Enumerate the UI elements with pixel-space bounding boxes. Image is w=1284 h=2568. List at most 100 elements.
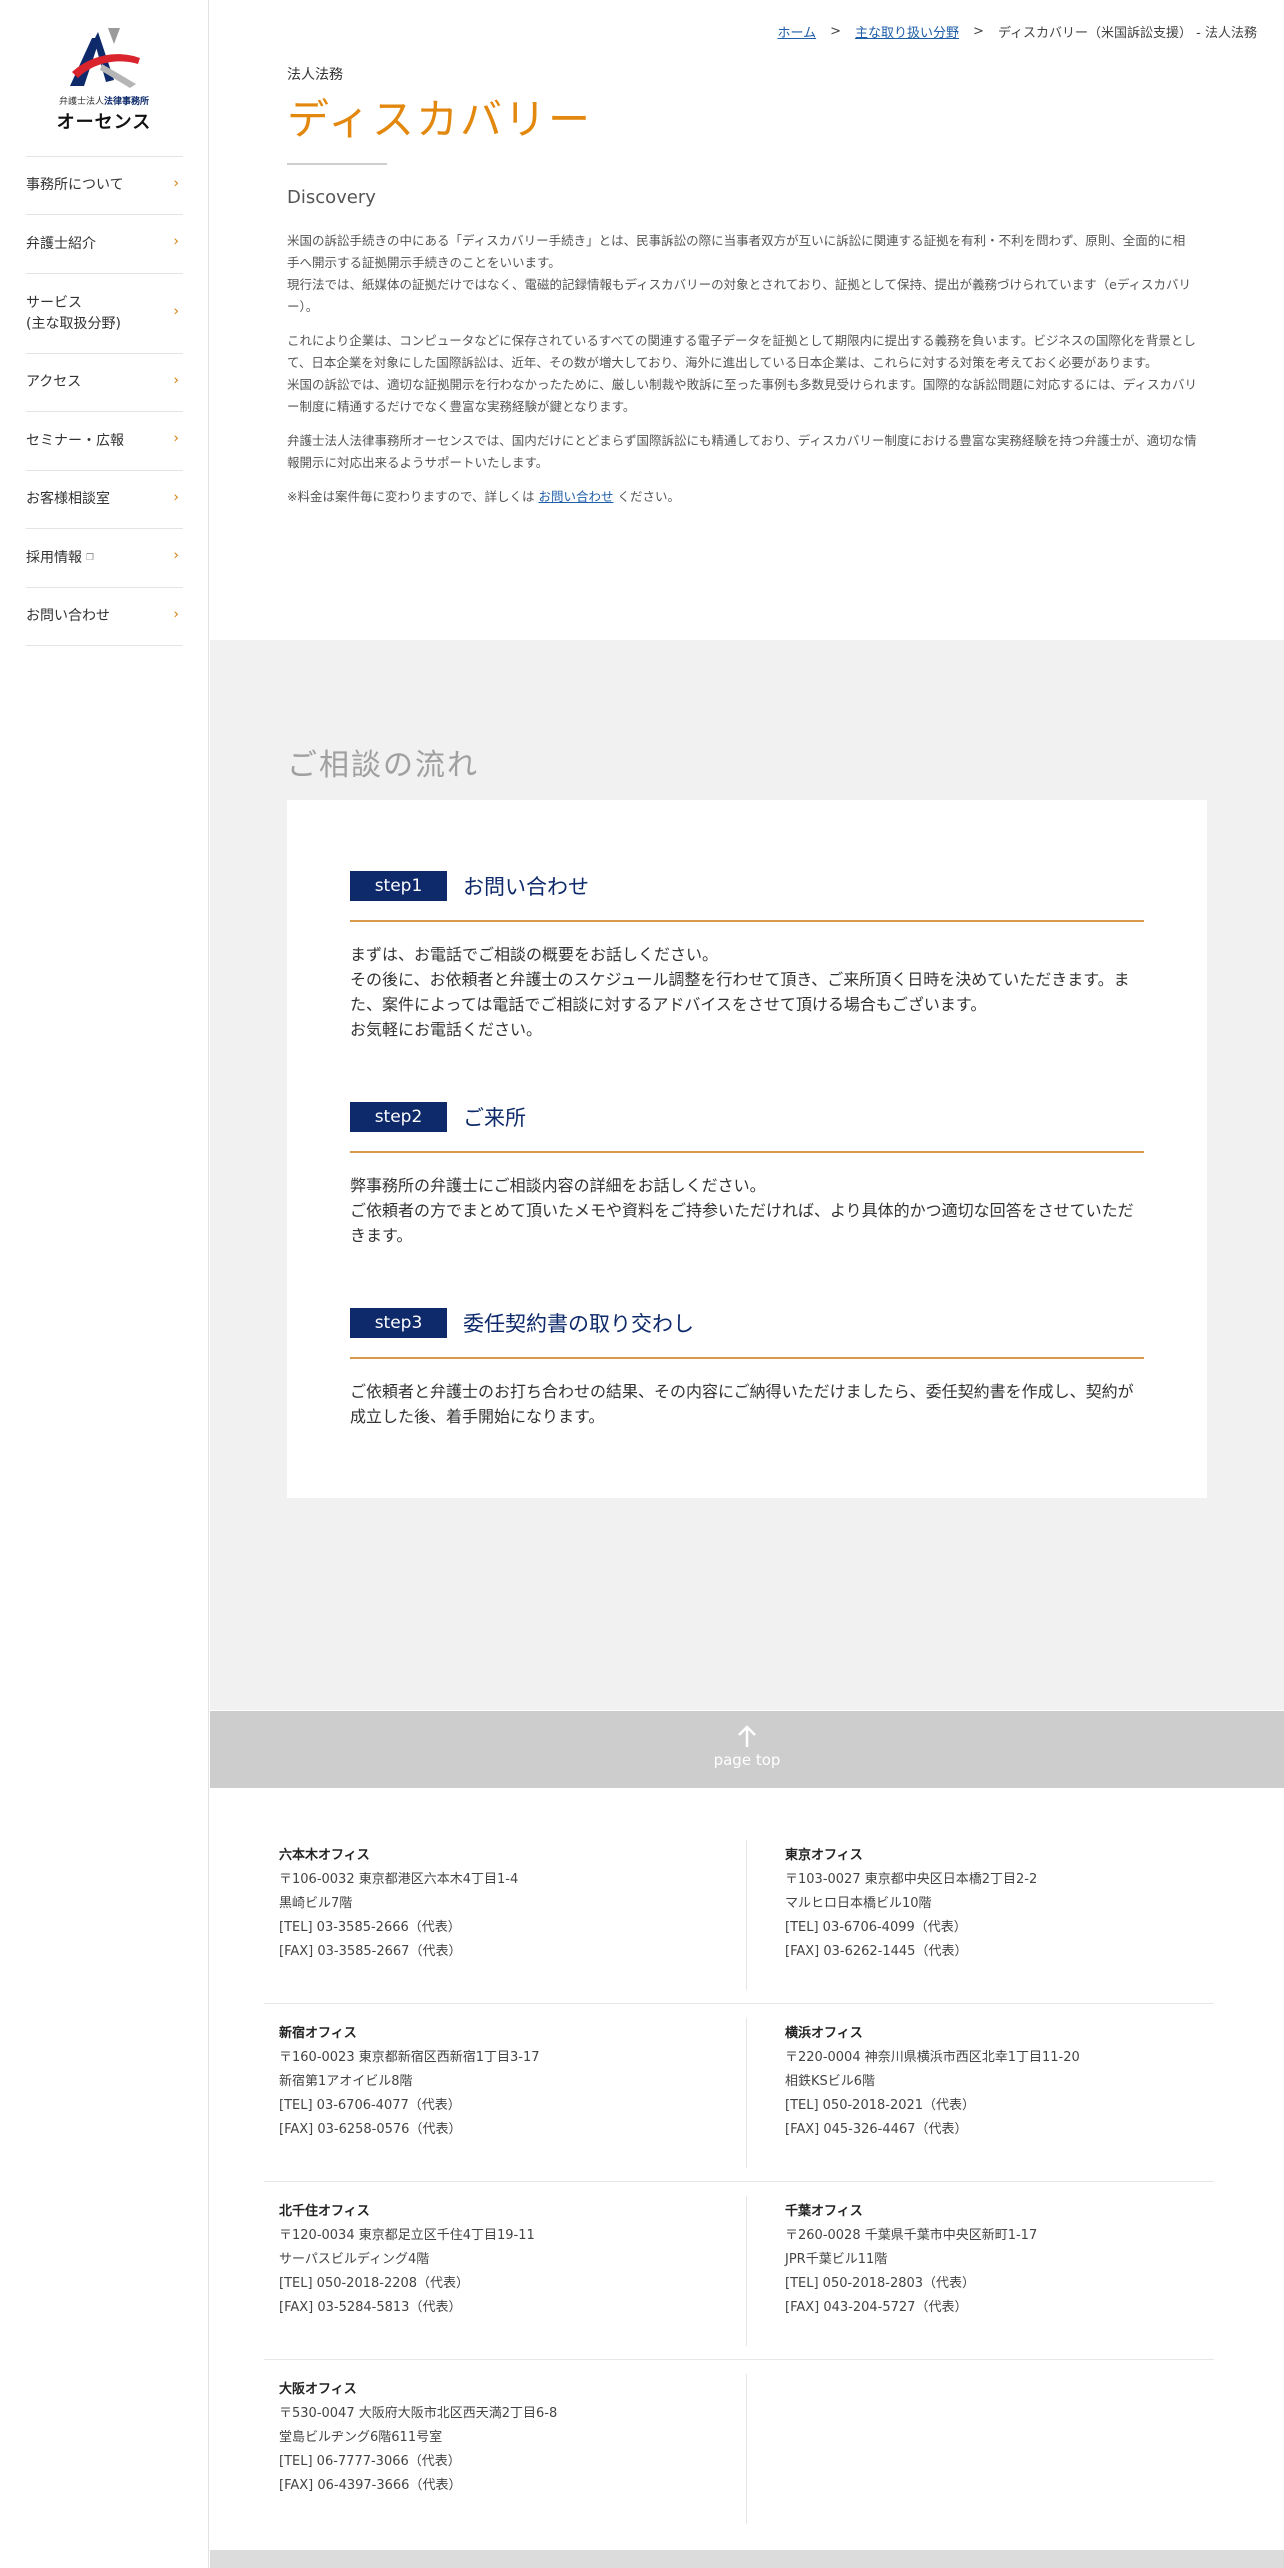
office-yokohama: 横浜オフィス 〒220-0004 神奈川県横浜市西区北幸1丁目11-20 相鉄K… (785, 2022, 1225, 2142)
sidebar-item-about[interactable]: 事務所について › (26, 156, 183, 215)
office-name: 新宿オフィス (279, 2026, 357, 2041)
contact-link[interactable]: お問い合わせ (538, 489, 613, 504)
office-fax: [FAX] 03-6258-0576（代表） (279, 2122, 462, 2137)
office-fax: [FAX] 045-326-4467（代表） (785, 2122, 968, 2137)
logo-name: オーセンス (56, 112, 152, 133)
fee-note: ※料金は案件毎に変わりますので、詳しくは お問い合わせ ください。 (287, 486, 1197, 508)
step-text: ご依頼者と弁護士のお打ち合わせの結果、その内容にご納得いただけましたら、委任契約… (350, 1382, 1134, 1426)
step-3: step3 委任契約書の取り交わし ご依頼者と弁護士のお打ち合わせの結果、その内… (350, 1308, 1144, 1429)
office-kitasenju: 北千住オフィス 〒120-0034 東京都足立区千住4丁目19-11 サーパスビ… (279, 2200, 719, 2320)
column-divider (746, 1840, 747, 1990)
sidebar: 弁護士法人法律事務所 オーセンス 事務所について › 弁護士紹介 › サービス … (0, 0, 209, 2568)
chevron-right-icon: › (173, 371, 179, 388)
page-category: 法人法務 (287, 67, 343, 83)
office-building: マルヒロ日本橋ビル10階 (785, 1896, 932, 1911)
step-2: step2 ご来所 弊事務所の弁護士にご相談内容の詳細をお話しください。 ご依頼… (350, 1102, 1144, 1248)
office-name: 六本木オフィス (279, 1848, 370, 1863)
breadcrumb: ホーム > 主な取り扱い分野 > ディスカバリー（米国訴訟支援） - 法人法務 (778, 22, 1258, 41)
chevron-right-icon: › (173, 174, 179, 191)
sidebar-item-label: 採用情報 (26, 549, 82, 566)
chevron-right-icon: › (173, 302, 179, 319)
office-fax: [FAX] 06-4397-3666（代表） (279, 2478, 462, 2493)
sidebar-item-lawyers[interactable]: 弁護士紹介 › (26, 215, 183, 274)
description-paragraph: 弁護士法人法律事務所オーセンスでは、国内だけにとどまらず国際訴訟にも精通しており… (287, 433, 1197, 470)
office-row: 新宿オフィス 〒160-0023 東京都新宿区西新宿1丁目3-17 新宿第1アオ… (264, 2004, 1214, 2182)
step-divider (350, 1151, 1144, 1153)
column-divider (746, 2018, 747, 2168)
office-tel[interactable]: [TEL] 03-6706-4077（代表） (279, 2094, 719, 2118)
sidebar-item-label: アクセス (26, 374, 82, 390)
office-tel[interactable]: [TEL] 050-2018-2208（代表） (279, 2272, 719, 2296)
office-address: 〒220-0004 神奈川県横浜市西区北幸1丁目11-20 (785, 2050, 1080, 2065)
step-badge: step2 (350, 1102, 447, 1132)
fee-note-text: ※料金は案件毎に変わりますので、詳しくは (287, 489, 535, 504)
office-tel[interactable]: [TEL] 06-7777-3066（代表） (279, 2450, 719, 2474)
office-tokyo: 東京オフィス 〒103-0027 東京都中央区日本橋2丁目2-2 マルヒロ日本橋… (785, 1844, 1225, 1964)
breadcrumb-separator: > (830, 24, 842, 39)
office-name: 東京オフィス (785, 1848, 863, 1863)
breadcrumb-separator: > (973, 24, 984, 39)
office-name: 北千住オフィス (279, 2204, 370, 2219)
page-top-label: page top (713, 1751, 781, 1769)
sidebar-item-access[interactable]: アクセス › (26, 354, 183, 412)
office-fax: [FAX] 03-3585-2667（代表） (279, 1944, 462, 1959)
sidebar-item-recruit[interactable]: 採用情報 ❐ › (26, 529, 183, 588)
logo-mark-icon (70, 28, 140, 88)
chevron-right-icon: › (173, 488, 179, 505)
office-building: 堂島ビルヂング6階611号室 (279, 2430, 443, 2445)
office-tel[interactable]: [TEL] 050-2018-2803（代表） (785, 2272, 1225, 2296)
column-divider (746, 2374, 747, 2524)
chevron-right-icon: › (173, 233, 179, 250)
office-list: 六本木オフィス 〒106-0032 東京都港区六本木4丁目1-4 黒崎ビル7階 … (264, 1826, 1214, 2537)
step-text: まずは、お電話でご相談の概要をお話しください。 その後に、お依頼者と弁護士のスケ… (350, 945, 1130, 1039)
flow-heading: ご相談の流れ (287, 748, 479, 783)
step-badge: step3 (350, 1308, 447, 1338)
office-tel[interactable]: [TEL] 03-6706-4099（代表） (785, 1916, 1225, 1940)
flow-card: step1 お問い合わせ まずは、お電話でご相談の概要をお話しください。 その後… (287, 800, 1207, 1498)
office-tel[interactable]: [TEL] 03-3585-2666（代表） (279, 1916, 719, 1940)
office-tel[interactable]: [TEL] 050-2018-2021（代表） (785, 2094, 1225, 2118)
office-osaka: 大阪オフィス 〒530-0047 大阪府大阪市北区西天満2丁目6-8 堂島ビルヂ… (279, 2378, 719, 2498)
description-paragraph: これにより企業は、コンピュータなどに保存されているすべての関連する電子データを証… (287, 333, 1198, 414)
sidebar-item-label: お客様相談室 (26, 491, 110, 507)
column-divider (746, 2196, 747, 2346)
step-1: step1 お問い合わせ まずは、お電話でご相談の概要をお話しください。 その後… (350, 871, 1144, 1042)
step-divider (350, 920, 1144, 922)
sidebar-item-seminar[interactable]: セミナー・広報 › (26, 412, 183, 471)
sidebar-item-contact[interactable]: お問い合わせ › (26, 588, 183, 646)
sidebar-item-label: 事務所について (26, 177, 124, 193)
office-building: 相鉄KSビル6階 (785, 2074, 876, 2089)
breadcrumb-home-link[interactable]: ホーム (778, 22, 817, 41)
office-shinjuku: 新宿オフィス 〒160-0023 東京都新宿区西新宿1丁目3-17 新宿第1アオ… (279, 2022, 719, 2142)
step-title: お問い合わせ (463, 875, 589, 899)
chevron-right-icon: › (173, 430, 179, 447)
office-fax: [FAX] 043-204-5727（代表） (785, 2300, 968, 2315)
logo-subtitle: 弁護士法人法律事務所 (58, 97, 150, 107)
office-address: 〒106-0032 東京都港区六本木4丁目1-4 (279, 1872, 519, 1887)
office-address: 〒260-0028 千葉県千葉市中央区新町1-17 (785, 2228, 1038, 2243)
office-chiba: 千葉オフィス 〒260-0028 千葉県千葉市中央区新町1-17 JPR千葉ビル… (785, 2200, 1225, 2320)
breadcrumb-category-link[interactable]: 主な取り扱い分野 (855, 22, 959, 41)
office-building: サーパスビルディング4階 (279, 2252, 430, 2267)
logo[interactable]: 弁護士法人法律事務所 オーセンス (48, 24, 160, 136)
office-building: 新宿第1アオイビル8階 (279, 2074, 413, 2089)
office-row: 六本木オフィス 〒106-0032 東京都港区六本木4丁目1-4 黒崎ビル7階 … (264, 1826, 1214, 2004)
office-name: 横浜オフィス (785, 2026, 863, 2041)
step-text: 弊事務所の弁護士にご相談内容の詳細をお話しください。 ご依頼者の方でまとめて頂い… (350, 1176, 1134, 1245)
sidebar-item-services[interactable]: サービス (主な取扱分野) › (26, 274, 183, 354)
office-name: 大阪オフィス (279, 2382, 357, 2397)
office-fax: [FAX] 03-5284-5813（代表） (279, 2300, 462, 2315)
sidebar-item-customer[interactable]: お客様相談室 › (26, 471, 183, 529)
office-building: 黒崎ビル7階 (279, 1896, 353, 1911)
office-address: 〒160-0023 東京都新宿区西新宿1丁目3-17 (279, 2050, 540, 2065)
page-subtitle-en: Discovery (287, 187, 376, 208)
step-divider (350, 1357, 1144, 1359)
description: 米国の訴訟手続きの中にある「ディスカバリー手続き」とは、民事訴訟の際に当事者双方… (287, 230, 1197, 520)
page-top-button[interactable]: page top (210, 1711, 1284, 1788)
office-address: 〒530-0047 大阪府大阪市北区西天満2丁目6-8 (279, 2406, 558, 2421)
external-link-icon: ❐ (86, 552, 95, 563)
sidebar-item-label: セミナー・広報 (26, 432, 124, 449)
office-row: 北千住オフィス 〒120-0034 東京都足立区千住4丁目19-11 サーパスビ… (264, 2182, 1214, 2360)
office-roppongi: 六本木オフィス 〒106-0032 東京都港区六本木4丁目1-4 黒崎ビル7階 … (279, 1844, 719, 1964)
breadcrumb-current: ディスカバリー（米国訴訟支援） - 法人法務 (997, 26, 1257, 41)
